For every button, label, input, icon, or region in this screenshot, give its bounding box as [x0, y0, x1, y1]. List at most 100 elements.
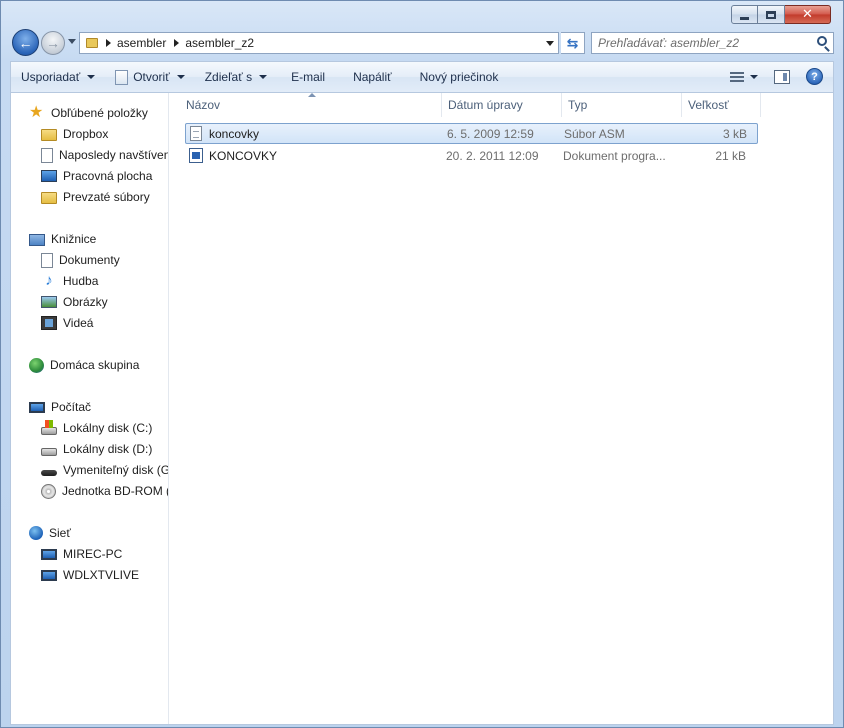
change-view-icon[interactable] — [730, 71, 744, 82]
optical-disc-icon — [41, 483, 56, 499]
sidebar-item-downloads[interactable]: Prevzaté súbory — [41, 187, 150, 207]
share-label: Zdieľať s — [204, 70, 253, 84]
sidebar-item-pictures[interactable]: Obrázky — [41, 292, 108, 312]
column-header-size-label: Veľkosť — [688, 98, 729, 112]
back-arrow-icon: ← — [18, 34, 33, 51]
sidebar-computer-label: Počítač — [51, 400, 92, 414]
sidebar-libraries-header[interactable]: Knižnice — [29, 229, 96, 249]
open-menu[interactable]: Otvoriť — [105, 62, 195, 92]
column-header-type[interactable]: Typ — [562, 93, 682, 117]
search-input[interactable] — [598, 36, 808, 50]
file-name-cell: KONCOVKY — [185, 148, 443, 163]
sidebar-item-wdlxtvlive[interactable]: WDLXTVLIVE — [41, 565, 139, 585]
sidebar-item-label: Pracovná plocha — [63, 169, 153, 183]
computer-icon — [29, 402, 45, 413]
sidebar-item-music[interactable]: ♪ Hudba — [41, 271, 98, 291]
sidebar-network-label: Sieť — [49, 526, 71, 540]
file-type: Súbor ASM — [564, 126, 625, 141]
breadcrumb-separator-icon[interactable] — [174, 39, 180, 47]
sidebar-item-drive-d[interactable]: Lokálny disk (D:) — [41, 439, 152, 459]
breadcrumb-asembler-z2[interactable]: asembler_z2 — [185, 36, 254, 50]
email-button[interactable]: E-mail — [277, 62, 339, 92]
sidebar-item-label: Dokumenty — [59, 253, 120, 267]
search-box[interactable] — [591, 32, 834, 54]
sidebar-computer-header[interactable]: Počítač — [29, 397, 91, 417]
new-folder-button[interactable]: Nový priečinok — [406, 62, 513, 92]
sidebar-item-desktop[interactable]: Pracovná plocha — [41, 166, 152, 186]
breadcrumb-asembler[interactable]: asembler — [117, 36, 166, 50]
sidebar-item-recent-places[interactable]: Naposledy navštívené — [41, 145, 168, 165]
sidebar-item-drive-c[interactable]: Lokálny disk (C:) — [41, 418, 152, 438]
search-icon[interactable] — [817, 36, 827, 46]
downloads-folder-icon — [41, 192, 57, 204]
network-computer-icon — [41, 549, 57, 560]
sidebar-item-mirec-pc[interactable]: MIREC-PC — [41, 544, 122, 564]
email-label: E-mail — [291, 70, 326, 84]
back-button[interactable]: ← — [12, 29, 39, 56]
sidebar-item-label: Lokálny disk (D:) — [63, 442, 153, 456]
sidebar-item-removable-g[interactable]: Vymeniteľný disk (G:) — [41, 460, 168, 480]
view-options-chevron-icon[interactable] — [750, 74, 758, 79]
sidebar-item-label: Videá — [63, 316, 94, 330]
file-row[interactable]: koncovky 6. 5. 2009 12:59 Súbor ASM 3 kB — [185, 123, 758, 144]
sidebar-item-label: Dropbox — [63, 127, 109, 141]
organize-label: Usporiadať — [21, 70, 81, 84]
file-date: 20. 2. 2011 12:09 — [446, 148, 539, 163]
sidebar-item-label: Jednotka BD-ROM (E:) — [62, 484, 168, 498]
sidebar-item-label: Obrázky — [63, 295, 108, 309]
recent-pages-dropdown-icon[interactable] — [68, 39, 76, 44]
column-headers: Názov Dátum úpravy Typ Veľkosť — [180, 93, 761, 117]
refresh-button[interactable]: ⇆ — [561, 32, 585, 54]
forward-button[interactable]: → — [41, 31, 65, 55]
breadcrumb-separator-icon[interactable] — [106, 39, 111, 47]
new-folder-label: Nový priečinok — [419, 70, 499, 84]
column-header-date[interactable]: Dátum úpravy — [442, 93, 562, 117]
file-name: koncovky — [209, 126, 260, 141]
text-file-icon — [190, 126, 202, 141]
sidebar-item-label: Lokálny disk (C:) — [63, 421, 153, 435]
column-header-type-label: Typ — [568, 98, 588, 112]
address-dropdown-icon[interactable] — [546, 41, 554, 46]
help-icon[interactable]: ? — [806, 68, 823, 85]
homegroup-icon — [29, 357, 44, 373]
address-bar[interactable]: asembler asembler_z2 — [79, 32, 559, 54]
explorer-window: ✕ ← → asembler asembler_z2 ⇆ Usporiadať … — [0, 0, 844, 728]
sidebar-item-bd-rom[interactable]: Jednotka BD-ROM (E:) — [41, 481, 168, 501]
maximize-button[interactable] — [758, 5, 785, 24]
hard-drive-icon — [41, 447, 57, 456]
sidebar-homegroup-label: Domáca skupina — [50, 358, 140, 372]
column-header-name[interactable]: Názov — [180, 93, 442, 117]
sidebar-item-documents[interactable]: Dokumenty — [41, 250, 120, 270]
file-name-cell: koncovky — [186, 126, 444, 141]
sidebar-item-dropbox[interactable]: Dropbox — [41, 124, 108, 144]
sidebar-favorites-header[interactable]: ★ Obľúbené položky — [29, 103, 148, 123]
command-bar: Usporiadať Otvoriť Zdieľať s E-mail Napá… — [10, 61, 834, 92]
sidebar-homegroup[interactable]: Domáca skupina — [29, 355, 139, 375]
sidebar-favorites-label: Obľúbené položky — [51, 106, 148, 120]
minimize-button[interactable] — [731, 5, 758, 24]
file-size: 3 kB — [722, 126, 747, 141]
organize-menu[interactable]: Usporiadať — [11, 62, 105, 92]
navigation-pane: ★ Obľúbené položky Dropbox Naposledy nav… — [11, 93, 169, 724]
star-icon: ★ — [29, 104, 44, 121]
sidebar-item-videos[interactable]: Videá — [41, 313, 93, 333]
music-note-icon: ♪ — [45, 272, 53, 289]
preview-pane-icon[interactable] — [774, 69, 790, 84]
close-button[interactable]: ✕ — [785, 5, 831, 24]
pictures-icon — [41, 296, 57, 308]
file-list: Názov Dátum úpravy Typ Veľkosť koncovky … — [170, 93, 833, 724]
main-area: ★ Obľúbené položky Dropbox Naposledy nav… — [10, 92, 834, 725]
removable-drive-icon — [41, 470, 57, 476]
file-size: 21 kB — [715, 148, 746, 163]
file-type: Dokument progra... — [563, 148, 666, 163]
view-controls: ? — [730, 68, 823, 85]
file-name: KONCOVKY — [209, 148, 278, 163]
chevron-down-icon — [176, 75, 185, 79]
share-menu[interactable]: Zdieľať s — [195, 62, 277, 92]
chevron-down-icon — [87, 75, 96, 79]
executable-file-icon — [189, 148, 203, 163]
file-row[interactable]: KONCOVKY 20. 2. 2011 12:09 Dokument prog… — [185, 145, 758, 166]
burn-button[interactable]: Napáliť — [339, 62, 406, 92]
sidebar-network-header[interactable]: Sieť — [29, 523, 71, 543]
column-header-size[interactable]: Veľkosť — [682, 93, 761, 117]
